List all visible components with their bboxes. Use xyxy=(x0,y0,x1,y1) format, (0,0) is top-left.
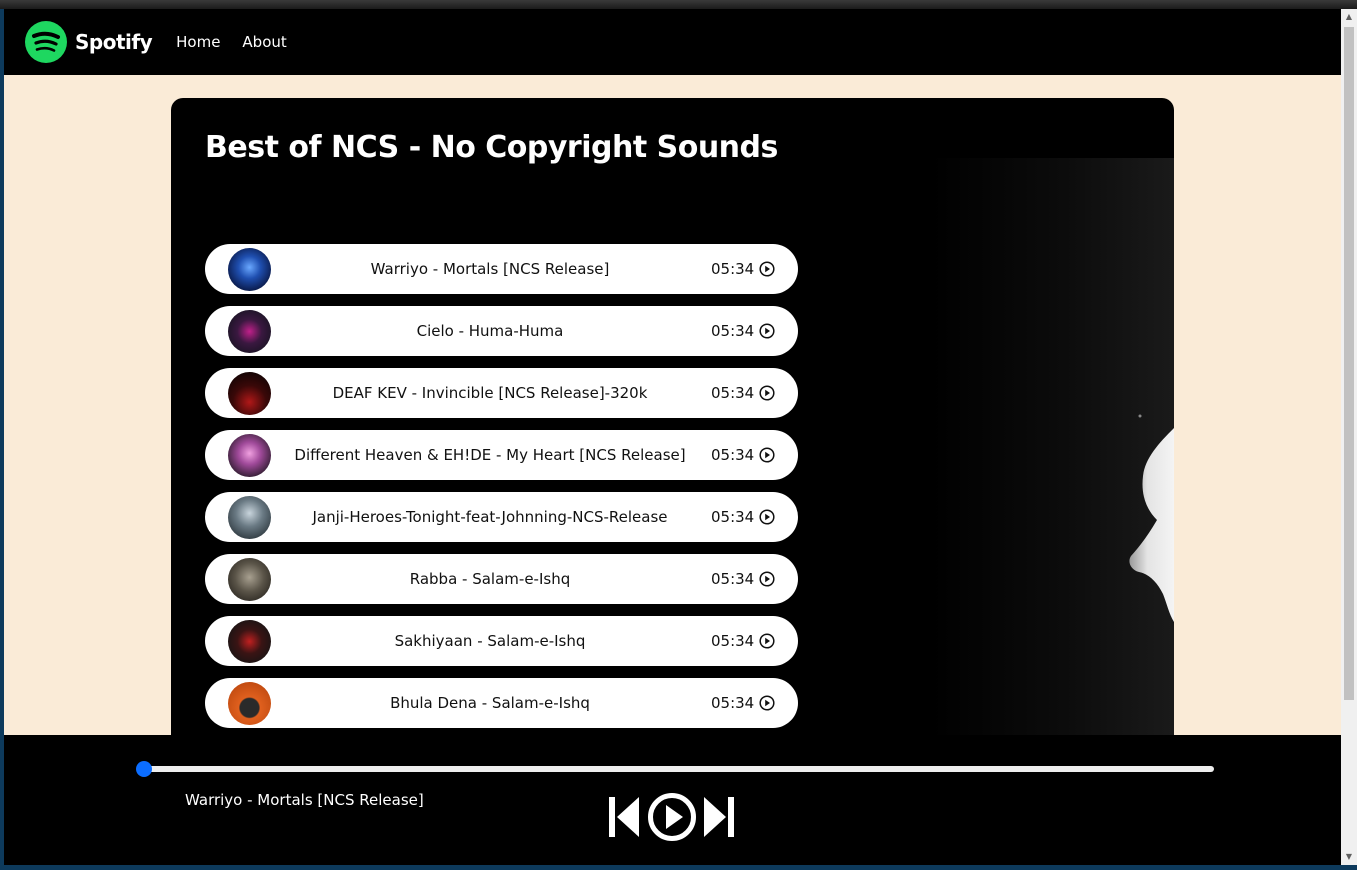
song-duration: 05:34 xyxy=(711,446,755,464)
song-list: Warriyo - Mortals [NCS Release] 05:34 Ci… xyxy=(205,244,798,740)
playlist-container: Best of NCS - No Copyright Sounds Warriy… xyxy=(171,98,1174,758)
navbar: Spotify Home About xyxy=(4,9,1341,75)
song-duration: 05:34 xyxy=(711,694,755,712)
song-duration: 05:34 xyxy=(711,508,755,526)
song-item[interactable]: DEAF KEV - Invincible [NCS Release]-320k… xyxy=(205,368,798,418)
progress-slider[interactable] xyxy=(136,761,1214,777)
song-name: Cielo - Huma-Huma xyxy=(416,322,564,340)
spotify-logo-icon xyxy=(25,21,67,63)
nav-about-link[interactable]: About xyxy=(242,33,286,51)
song-cover-image xyxy=(228,248,271,291)
song-item[interactable]: Sakhiyaan - Salam-e-Ishq 05:34 xyxy=(205,616,798,666)
scroll-thumb[interactable] xyxy=(1344,27,1354,700)
play-circle-icon[interactable] xyxy=(759,323,775,339)
song-item[interactable]: Rabba - Salam-e-Ishq 05:34 xyxy=(205,554,798,604)
song-item[interactable]: Cielo - Huma-Huma 05:34 xyxy=(205,306,798,356)
play-circle-icon[interactable] xyxy=(759,695,775,711)
song-name: DEAF KEV - Invincible [NCS Release]-320k xyxy=(332,384,648,402)
play-circle-icon[interactable] xyxy=(759,571,775,587)
song-item[interactable]: Different Heaven & EH!DE - My Heart [NCS… xyxy=(205,430,798,480)
next-track-icon[interactable] xyxy=(702,795,736,839)
previous-track-icon[interactable] xyxy=(607,795,641,839)
song-duration: 05:34 xyxy=(711,260,755,278)
playlist-title: Best of NCS - No Copyright Sounds xyxy=(205,130,778,165)
song-cover-image xyxy=(228,434,271,477)
progress-thumb[interactable] xyxy=(136,761,152,777)
brand-name: Spotify xyxy=(75,30,153,54)
progress-track[interactable] xyxy=(138,766,1214,772)
song-item[interactable]: Janji-Heroes-Tonight-feat-Johnning-NCS-R… xyxy=(205,492,798,542)
player-controls xyxy=(607,792,736,842)
scroll-up-arrow-icon[interactable]: ▲ xyxy=(1341,9,1357,25)
song-name: Rabba - Salam-e-Ishq xyxy=(409,570,571,588)
song-duration: 05:34 xyxy=(711,632,755,650)
song-cover-image xyxy=(228,558,271,601)
browser-top-strip xyxy=(0,0,1357,9)
page-scrollbar[interactable]: ▲ ▼ xyxy=(1341,9,1357,865)
browser-window: Spotify Home About Best of NCS - No Copy… xyxy=(4,9,1357,865)
song-cover-image xyxy=(228,496,271,539)
play-circle-icon[interactable] xyxy=(759,509,775,525)
nav-home-link[interactable]: Home xyxy=(176,33,220,51)
song-name: Different Heaven & EH!DE - My Heart [NCS… xyxy=(294,446,686,464)
play-circle-icon[interactable] xyxy=(759,447,775,463)
song-name: Bhula Dena - Salam-e-Ishq xyxy=(390,694,590,712)
song-cover-image xyxy=(228,310,271,353)
play-circle-icon[interactable] xyxy=(759,633,775,649)
scroll-down-arrow-icon[interactable]: ▼ xyxy=(1341,849,1357,865)
song-item[interactable]: Bhula Dena - Salam-e-Ishq 05:34 xyxy=(205,678,798,728)
song-cover-image xyxy=(228,372,271,415)
brand[interactable]: Spotify xyxy=(25,21,153,63)
song-cover-image xyxy=(228,682,271,725)
song-duration: 05:34 xyxy=(711,322,755,340)
background-face-image xyxy=(931,158,1174,758)
play-circle-icon[interactable] xyxy=(759,385,775,401)
song-name: Sakhiyaan - Salam-e-Ishq xyxy=(394,632,586,650)
player-bar: Warriyo - Mortals [NCS Release] xyxy=(4,735,1341,865)
song-item[interactable]: Warriyo - Mortals [NCS Release] 05:34 xyxy=(205,244,798,294)
song-cover-image xyxy=(228,620,271,663)
song-name: Janji-Heroes-Tonight-feat-Johnning-NCS-R… xyxy=(312,508,668,526)
now-playing-title: Warriyo - Mortals [NCS Release] xyxy=(185,791,424,809)
play-circle-icon[interactable] xyxy=(647,792,697,842)
song-name: Warriyo - Mortals [NCS Release] xyxy=(370,260,610,278)
song-duration: 05:34 xyxy=(711,384,755,402)
song-duration: 05:34 xyxy=(711,570,755,588)
play-circle-icon[interactable] xyxy=(759,261,775,277)
